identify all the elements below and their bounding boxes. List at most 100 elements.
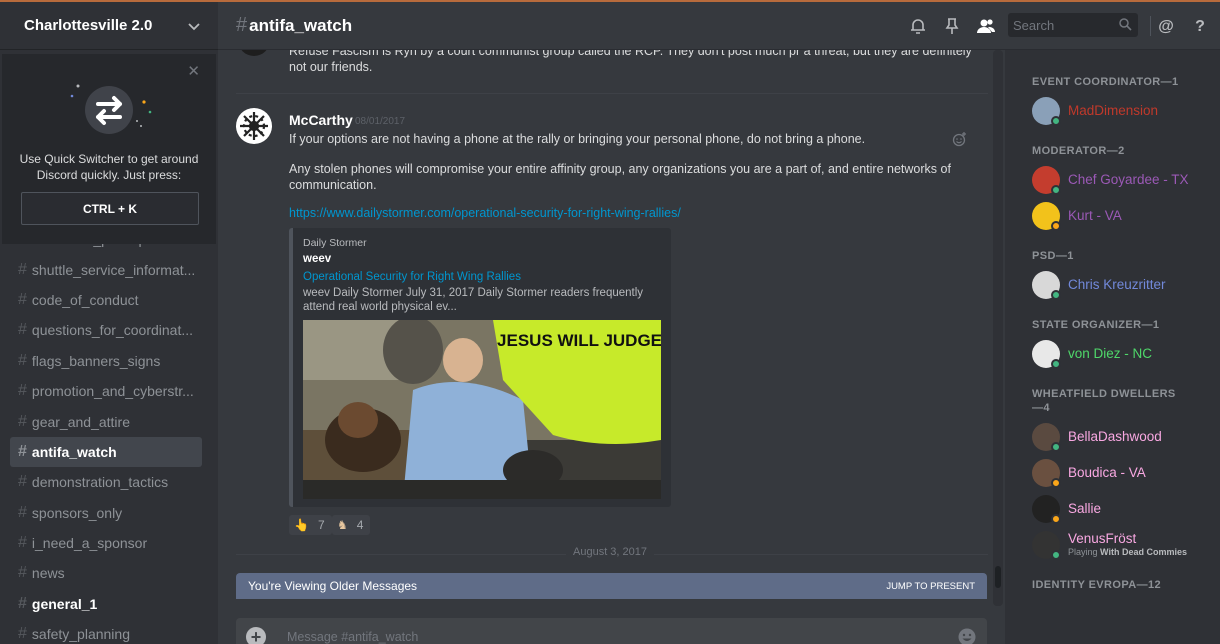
server-header[interactable]: Charlottesville 2.0 <box>0 2 218 50</box>
member-list: EVENT COORDINATOR—1 MadDimension MODERATOR… <box>1005 50 1220 644</box>
message-list: Refuse Fascism is Ryn by a court communi… <box>218 50 1004 608</box>
channel-item[interactable]: # shuttle_service_informat... <box>10 254 202 284</box>
emoji-icon[interactable] <box>957 627 977 644</box>
reaction-button[interactable]: 👆 7 <box>289 515 332 535</box>
scrollbar-thumb[interactable] <box>995 566 1001 588</box>
member-name: von Diez - NC <box>1068 346 1153 361</box>
channel-name: safety_planning <box>31 626 130 643</box>
channel-item[interactable]: # promotion_and_cyberstr... <box>10 376 202 406</box>
member-item[interactable]: Sallie <box>1032 494 1220 524</box>
svg-text:?: ? <box>1195 18 1205 35</box>
jump-to-present-button[interactable]: JUMP TO PRESENT <box>886 581 975 592</box>
quick-switcher-popup: ✕ Use Quick Switcher to get around Disco… <box>2 54 216 244</box>
channel-sidebar: Charlottesville 2.0 #confirmed_participa… <box>0 2 218 644</box>
member-name: Kurt - VA <box>1068 208 1122 223</box>
discord-app: Charlottesville 2.0 #confirmed_participa… <box>0 0 1220 644</box>
reaction-count: 4 <box>356 518 364 532</box>
pin-icon[interactable] <box>942 16 962 36</box>
chat-header: # antifa_watch @ ? <box>218 2 1220 50</box>
channel-item[interactable]: # sponsors_only <box>10 498 202 528</box>
member-name: Sallie <box>1068 501 1102 516</box>
member-item[interactable]: von Diez - NC <box>1032 339 1220 369</box>
message-input[interactable] <box>287 625 927 644</box>
status-indicator <box>1051 514 1061 524</box>
reaction-button[interactable]: ♞ 4 <box>332 515 371 535</box>
quick-switcher-shortcut[interactable]: CTRL + K <box>21 192 199 225</box>
server-name: Charlottesville 2.0 <box>24 17 153 34</box>
channel-name: news <box>31 565 65 582</box>
channel-name: i_need_a_sponsor <box>31 535 148 552</box>
member-item[interactable]: MadDimension <box>1032 96 1220 126</box>
channel-item[interactable]: # i_need_a_sponsor <box>10 528 202 558</box>
member-name: Chris Kreuzritter <box>1068 277 1166 292</box>
channel-item[interactable]: # questions_for_coordinat... <box>10 315 202 345</box>
message-scrollbar[interactable] <box>993 50 1003 606</box>
embed-image[interactable]: JESUS WILL JUDGE YOU! <box>303 320 661 499</box>
role-header: IDENTITY EVROPA—12 <box>1032 579 1162 591</box>
header-divider <box>1150 16 1151 36</box>
channel-name: general_1 <box>31 595 98 612</box>
channel-item[interactable]: # flags_banners_signs <box>10 346 202 376</box>
channel-name: demonstration_tactics <box>31 474 169 491</box>
member-name: MadDimension <box>1068 103 1159 118</box>
channel-name: shuttle_service_informat... <box>31 261 196 278</box>
at-icon[interactable]: @ <box>1156 16 1176 36</box>
member-name: VenusFröst <box>1068 531 1137 546</box>
avatar[interactable] <box>238 50 270 56</box>
channel-name: gear_and_attire <box>31 413 130 430</box>
member-item[interactable]: VenusFröst Playing With Dead Commies <box>1032 530 1220 560</box>
channel-item[interactable]: # safety_planning <box>10 619 202 644</box>
members-icon[interactable] <box>976 16 996 36</box>
help-icon[interactable]: ? <box>1190 16 1210 36</box>
avatar[interactable] <box>236 108 272 144</box>
hash-icon: # <box>18 351 27 369</box>
status-indicator <box>1051 359 1061 369</box>
hash-icon: # <box>18 564 27 582</box>
member-name: Chef Goyardee - TX <box>1068 172 1189 187</box>
search-icon[interactable] <box>1118 17 1132 31</box>
channel-item[interactable]: # gear_and_attire <box>10 406 202 436</box>
status-indicator <box>1051 550 1061 560</box>
link-embed: Daily Stormer weev Operational Security … <box>289 228 671 507</box>
channel-list: #confirmed_participants#shuttle_service_… <box>0 224 218 644</box>
embed-title[interactable]: Operational Security for Right Wing Rall… <box>303 271 521 283</box>
status-indicator <box>1051 116 1061 126</box>
quick-switcher-arrows-icon <box>70 84 152 134</box>
member-item[interactable]: Chef Goyardee - TX <box>1032 165 1220 195</box>
older-messages-bar[interactable]: You're Viewing Older Messages JUMP TO PR… <box>236 573 987 599</box>
channel-item[interactable]: # antifa_watch <box>10 436 202 468</box>
hash-icon: # <box>18 473 27 491</box>
member-item[interactable]: Boudica - VA <box>1032 458 1220 488</box>
upload-button[interactable]: + <box>246 627 266 644</box>
pointing-hand-icon: 👆 <box>294 518 309 532</box>
role-header: PSD—1 <box>1032 250 1074 262</box>
channel-item[interactable]: # code_of_conduct <box>10 285 202 315</box>
channel-name: questions_for_coordinat... <box>31 322 194 339</box>
status-indicator <box>1051 290 1061 300</box>
hash-icon: # <box>18 503 27 521</box>
channel-item[interactable]: # demonstration_tactics <box>10 467 202 497</box>
figure-emoji-icon: ♞ <box>337 518 348 532</box>
member-item[interactable]: BellaDashwood <box>1032 422 1220 452</box>
quick-switcher-text: Use Quick Switcher to get around Discord… <box>19 152 199 182</box>
role-header: MODERATOR—2 <box>1032 145 1125 157</box>
message-author[interactable]: McCarthy <box>289 112 353 128</box>
message-link[interactable]: https://www.dailystormer.com/operational… <box>289 206 681 220</box>
hash-icon: # <box>236 14 248 36</box>
status-indicator <box>1051 221 1061 231</box>
close-icon[interactable]: ✕ <box>187 62 200 80</box>
hash-icon: # <box>18 594 27 612</box>
channel-item[interactable]: # news <box>10 558 202 588</box>
message-composer: + <box>236 618 987 644</box>
reaction-count: 7 <box>317 518 325 532</box>
member-item[interactable]: Chris Kreuzritter <box>1032 270 1220 300</box>
status-indicator <box>1051 478 1061 488</box>
role-header: WHEATFIELD DWELLERS—4 <box>1032 388 1176 414</box>
channel-item[interactable]: # general_1 <box>10 589 202 619</box>
hash-icon: # <box>18 382 27 400</box>
embed-description: weev Daily Stormer July 31, 2017 Daily S… <box>303 287 644 313</box>
member-item[interactable]: Kurt - VA <box>1032 201 1220 231</box>
bell-icon[interactable] <box>908 16 928 36</box>
chevron-down-icon[interactable] <box>188 18 200 34</box>
search-box[interactable] <box>1008 13 1138 37</box>
